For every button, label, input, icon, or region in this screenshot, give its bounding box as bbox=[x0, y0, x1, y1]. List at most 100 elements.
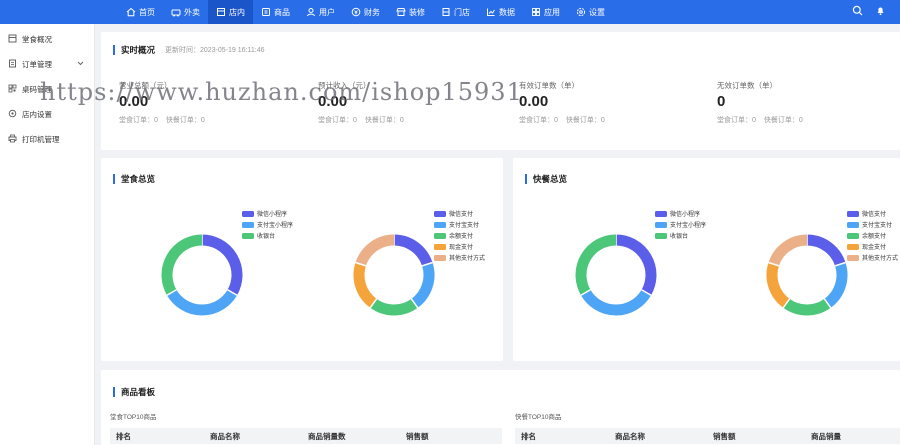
donut-slice-微信支付[interactable] bbox=[393, 234, 433, 267]
donut-slice-支付宝支付[interactable] bbox=[824, 262, 848, 308]
nav-label: 装修 bbox=[409, 7, 425, 17]
legend-item[interactable]: 支付宝支付 bbox=[847, 219, 898, 230]
column-header[interactable]: 商品销量 bbox=[811, 431, 896, 442]
donut-slice-微信支付[interactable] bbox=[806, 234, 846, 267]
panel-title: 实时概况 bbox=[121, 45, 156, 55]
legend-label: 余额支付 bbox=[862, 234, 887, 240]
column-header[interactable]: 排名 bbox=[110, 431, 210, 442]
legend-item[interactable]: 其他支付方式 bbox=[847, 252, 898, 263]
dine-in-channel-legend: 微信小程序 支付宝小程序 收银台 bbox=[242, 208, 293, 241]
nav-item-user[interactable]: 用户 bbox=[298, 0, 343, 24]
legend-label: 微信小程序 bbox=[257, 212, 288, 218]
fast-channel-donut bbox=[575, 234, 657, 316]
stat-sub-fast: 快餐订单：0 bbox=[364, 117, 404, 124]
nav-label: 应用 bbox=[544, 7, 560, 17]
stat-sub: 堂食订单：0 快餐订单：0 bbox=[119, 115, 205, 125]
donut-slice-收银台[interactable] bbox=[161, 234, 203, 296]
top-nav-bar: 首页 外卖 店内 商品 用户 财务 装修 门店 数据 应用 设置 bbox=[0, 0, 900, 24]
top-right-tools bbox=[852, 5, 886, 18]
fast-top10-subtitle: 快餐TOP10商品 bbox=[515, 414, 562, 421]
legend-item[interactable]: 现金支付 bbox=[847, 241, 898, 252]
nav-item-data[interactable]: 数据 bbox=[478, 0, 523, 24]
stat-sub: 堂食订单：0 快餐订单：0 bbox=[318, 115, 404, 125]
panel-title: 商品看板 bbox=[121, 387, 156, 397]
stat-sub-fast: 快餐订单：0 bbox=[165, 117, 205, 124]
legend-label: 收银台 bbox=[670, 234, 689, 240]
dine-in-title-group: 堂食总览 bbox=[113, 173, 155, 185]
search-icon[interactable] bbox=[852, 5, 863, 18]
product-icon bbox=[261, 7, 271, 17]
stat-sub: 堂食订单：0 快餐订单：0 bbox=[519, 115, 605, 125]
chevron-down-icon[interactable] bbox=[77, 61, 84, 68]
nav-item-settings[interactable]: 设置 bbox=[568, 0, 613, 24]
legend-item[interactable]: 余额支付 bbox=[434, 230, 485, 241]
legend-swatch bbox=[242, 221, 254, 228]
stat-value: 0.00 bbox=[519, 93, 549, 110]
update-time: 更新时间：2023-05-19 16:11:46 bbox=[165, 47, 265, 54]
nav-item-takeout[interactable]: 外卖 bbox=[163, 0, 208, 24]
legend-label: 支付宝小程序 bbox=[670, 223, 707, 229]
column-header[interactable]: 商品销量数 bbox=[308, 431, 406, 442]
bell-icon[interactable] bbox=[875, 5, 886, 18]
donut-slice-现金支付[interactable] bbox=[353, 262, 377, 308]
donut-slice-微信小程序[interactable] bbox=[615, 234, 657, 296]
donut-slice-其他支付方式[interactable] bbox=[355, 234, 395, 267]
donut-slice-现金支付[interactable] bbox=[766, 262, 790, 308]
takeout-icon bbox=[171, 7, 181, 17]
column-header[interactable]: 商品名称 bbox=[210, 431, 308, 442]
legend-swatch bbox=[242, 210, 254, 217]
legend-item[interactable]: 其他支付方式 bbox=[434, 252, 485, 263]
column-header[interactable]: 排名 bbox=[515, 431, 615, 442]
dine-in-channel-donut bbox=[161, 234, 243, 316]
nav-item-finance[interactable]: 财务 bbox=[343, 0, 388, 24]
donut-slice-支付宝小程序[interactable] bbox=[580, 289, 652, 316]
legend-item[interactable]: 收银台 bbox=[655, 230, 706, 241]
nav-item-shop[interactable]: 门店 bbox=[433, 0, 478, 24]
legend-label: 微信支付 bbox=[449, 212, 474, 218]
column-header[interactable]: 销售额 bbox=[406, 431, 496, 442]
nav-item-apps[interactable]: 应用 bbox=[523, 0, 568, 24]
legend-item[interactable]: 微信支付 bbox=[847, 208, 898, 219]
donut-slice-支付宝支付[interactable] bbox=[411, 262, 435, 308]
sidebar-item-overview[interactable]: 堂食概况 bbox=[0, 27, 94, 52]
legend-label: 余额支付 bbox=[449, 234, 474, 240]
nav-item-decor[interactable]: 装修 bbox=[388, 0, 433, 24]
donut-slice-余额支付[interactable] bbox=[370, 298, 418, 316]
legend-item[interactable]: 余额支付 bbox=[847, 230, 898, 241]
donut-slice-微信小程序[interactable] bbox=[201, 234, 243, 296]
sidebar-item-label: 堂食概况 bbox=[22, 35, 52, 44]
nav-item-product[interactable]: 商品 bbox=[253, 0, 298, 24]
stat-sub-fast: 快餐订单：0 bbox=[565, 117, 605, 124]
nav-label: 门店 bbox=[454, 7, 470, 17]
donut-slice-收银台[interactable] bbox=[575, 234, 617, 296]
legend-item[interactable]: 支付宝小程序 bbox=[242, 219, 293, 230]
qrcode-icon bbox=[8, 84, 17, 95]
shop-icon bbox=[441, 7, 451, 17]
store-icon bbox=[216, 7, 226, 17]
sidebar-item-orders[interactable]: 订单管理 bbox=[0, 52, 94, 77]
fast-channel-legend: 微信小程序 支付宝小程序 收银台 bbox=[655, 208, 706, 241]
dine-in-payment-donut bbox=[353, 234, 435, 316]
goods-title-group: 商品看板 bbox=[113, 386, 155, 398]
sidebar-item-printers[interactable]: 打印机管理 bbox=[0, 127, 94, 152]
column-header[interactable]: 商品名称 bbox=[615, 431, 713, 442]
dine-in-top10-table-header: 排名 商品名称 商品销量数 销售额 bbox=[110, 428, 502, 444]
stat-sub-dinein: 堂食订单：0 bbox=[318, 117, 357, 124]
legend-item[interactable]: 支付宝支付 bbox=[434, 219, 485, 230]
legend-item[interactable]: 微信小程序 bbox=[242, 208, 293, 219]
donut-slice-余额支付[interactable] bbox=[783, 298, 831, 316]
legend-item[interactable]: 现金支付 bbox=[434, 241, 485, 252]
donut-slice-支付宝小程序[interactable] bbox=[166, 289, 238, 316]
legend-item[interactable]: 支付宝小程序 bbox=[655, 219, 706, 230]
nav-item-home[interactable]: 首页 bbox=[118, 0, 163, 24]
legend-item[interactable]: 微信支付 bbox=[434, 208, 485, 219]
legend-swatch bbox=[434, 210, 446, 217]
column-header[interactable]: 销售额 bbox=[713, 431, 811, 442]
donut-slice-其他支付方式[interactable] bbox=[768, 234, 808, 267]
legend-item[interactable]: 微信小程序 bbox=[655, 208, 706, 219]
finance-icon bbox=[351, 7, 361, 17]
stat-sub-dinein: 堂食订单：0 bbox=[717, 117, 756, 124]
legend-item[interactable]: 收银台 bbox=[242, 230, 293, 241]
nav-item-instore[interactable]: 店内 bbox=[208, 0, 253, 24]
legend-swatch bbox=[655, 210, 667, 217]
